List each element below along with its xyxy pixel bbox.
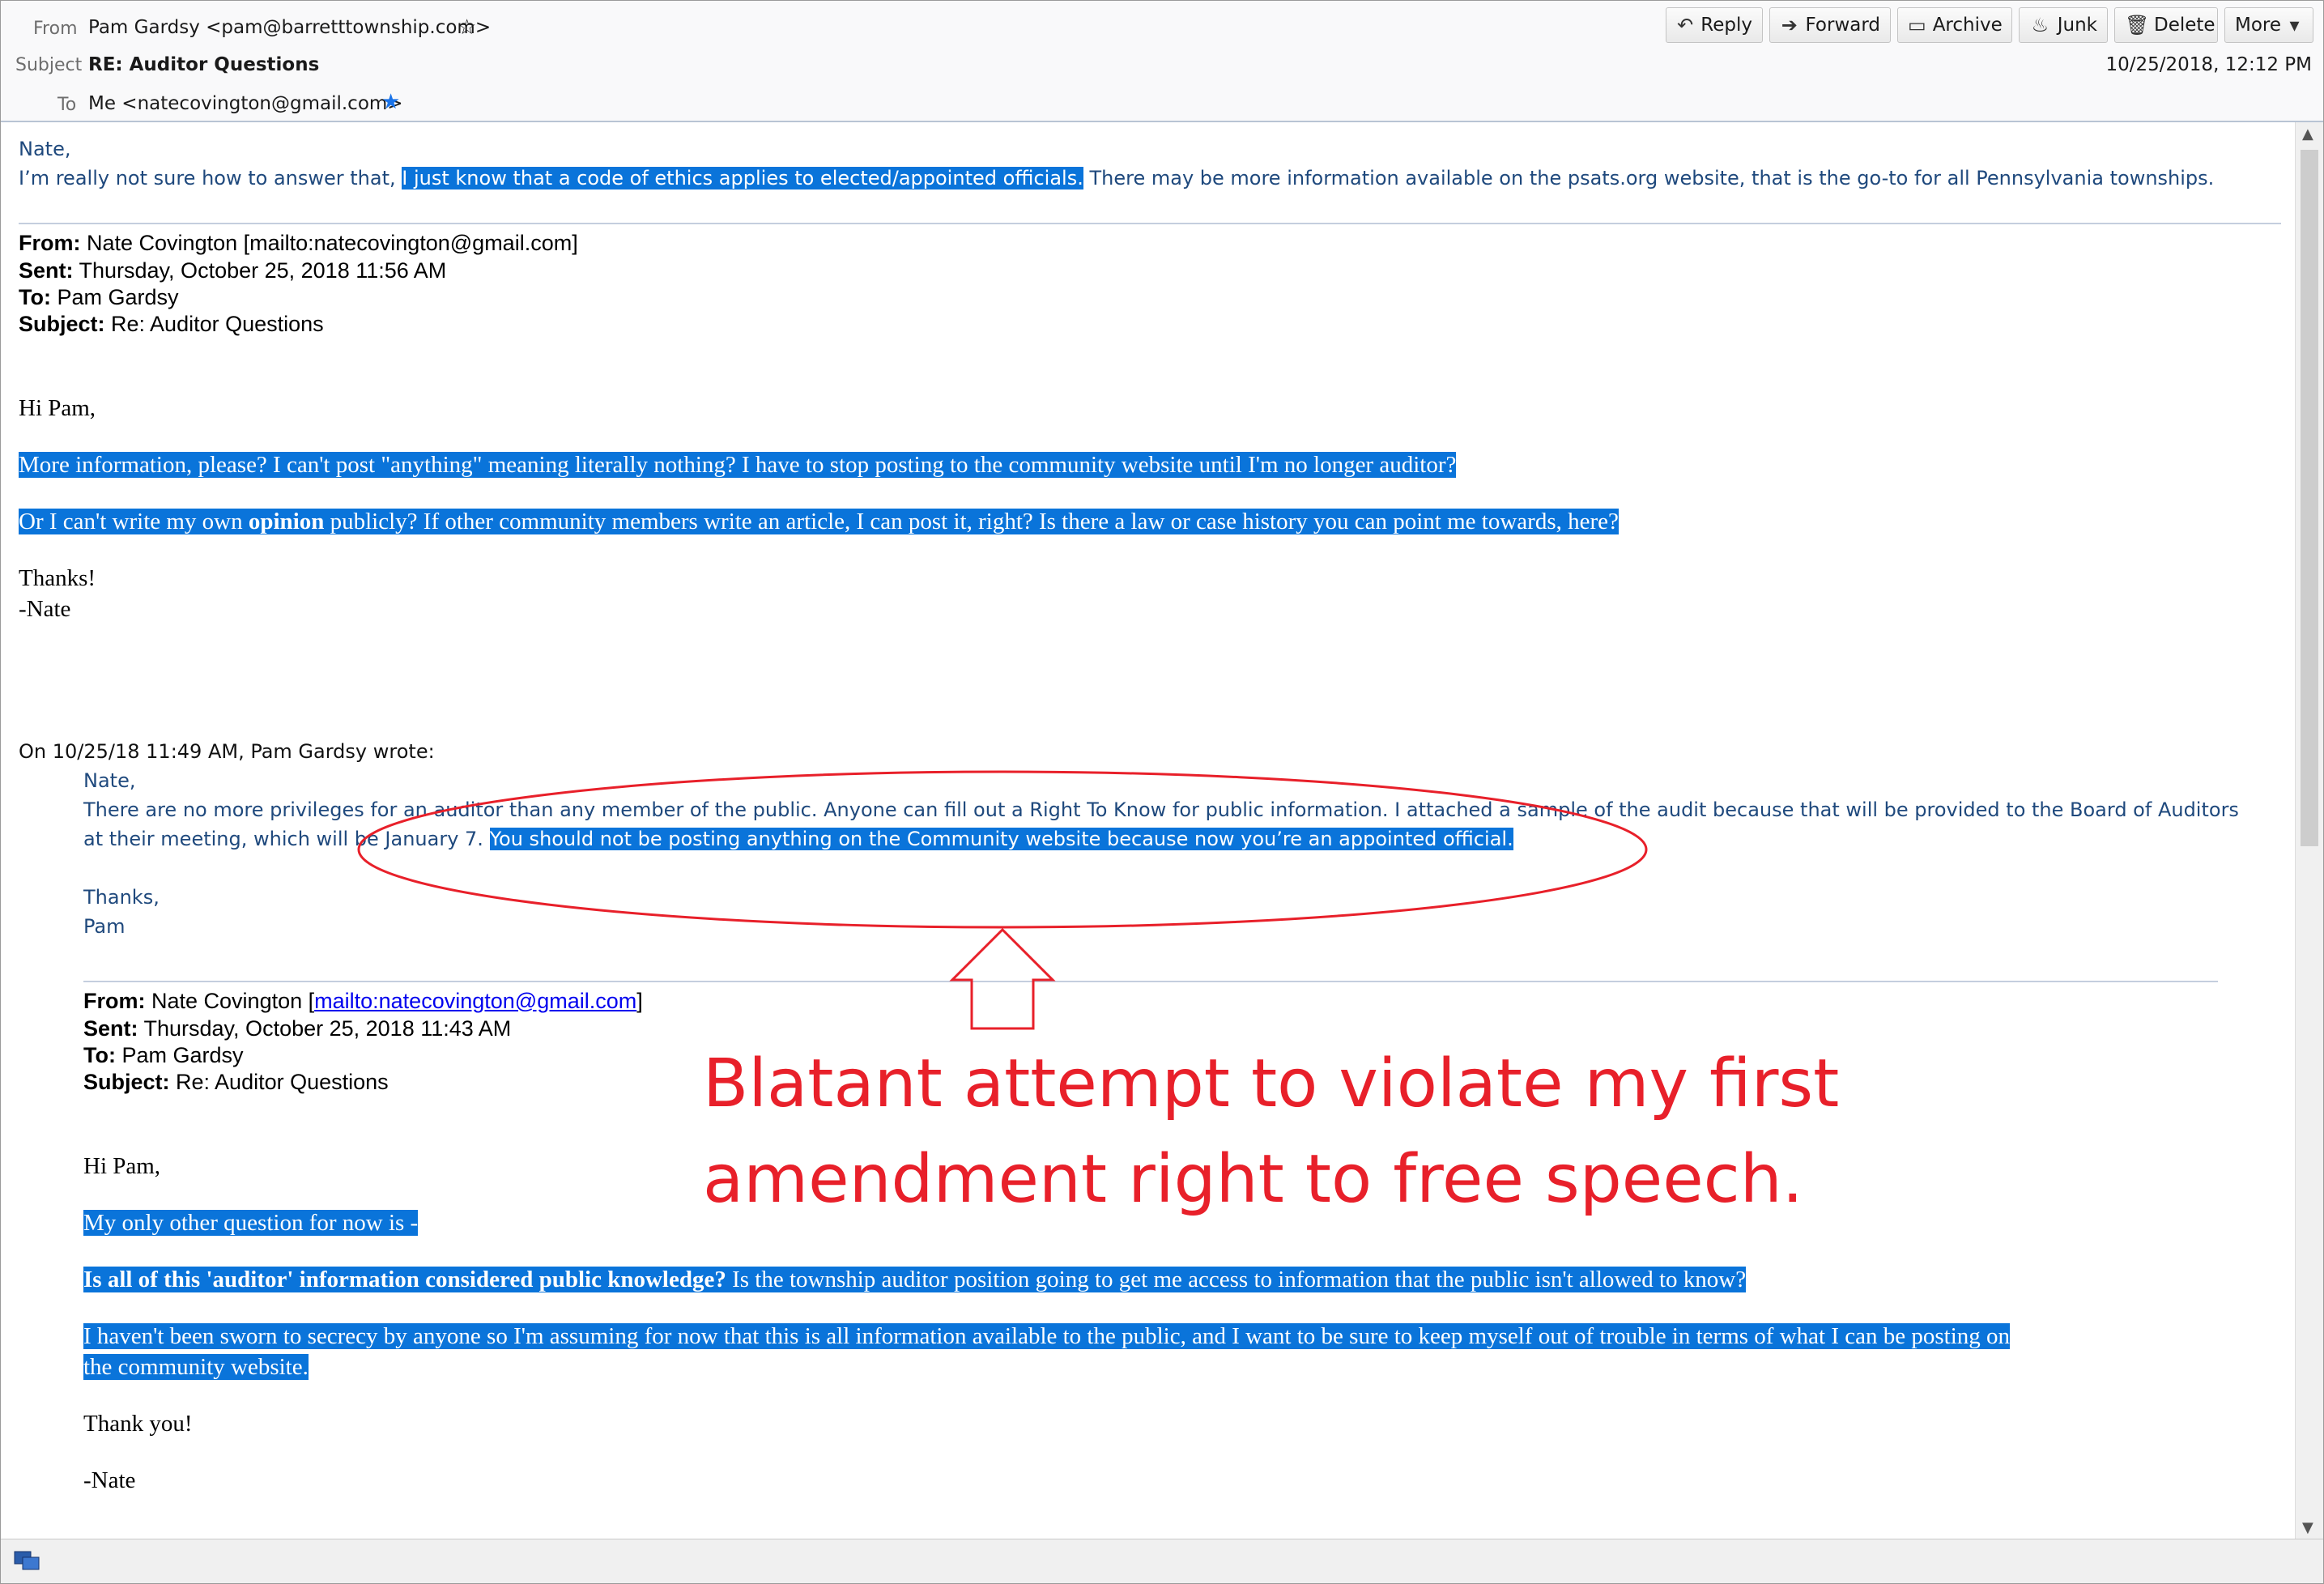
forward-button[interactable]: ➔ Forward	[1769, 7, 1891, 43]
subject-value: RE: Auditor Questions	[88, 54, 320, 75]
chevron-down-icon: ▾	[2289, 14, 2300, 36]
quote3-paragraph2: Is all of this 'auditor' information con…	[83, 1267, 1747, 1292]
quote1-from: From: Nate Covington [mailto:natecovingt…	[19, 231, 578, 255]
star-icon[interactable]: ☆	[458, 17, 476, 38]
quote2-line2: at their meeting, which will be January …	[83, 828, 1513, 850]
quote1-paragraph2: Or I can't write my own opinion publicly…	[19, 509, 1619, 534]
quote3-from: From: Nate Covington [mailto:natecovingt…	[83, 989, 643, 1013]
divider	[19, 223, 2281, 224]
reply-button[interactable]: ↶ Reply	[1666, 7, 1763, 43]
from-label: From	[33, 19, 78, 39]
trash-icon: 🗑	[2125, 14, 2150, 36]
quote3-signature: -Nate	[83, 1467, 136, 1493]
scroll-down-arrow-icon[interactable]: ▼	[2302, 1519, 2313, 1536]
annotation-line1: Blatant attempt to violate my first	[703, 1045, 1840, 1122]
quote1-greeting: Hi Pam,	[19, 395, 96, 421]
email-window: From Pam Gardsy <pam@barretttownship.com…	[0, 0, 2324, 1584]
to-label: To	[57, 95, 77, 115]
contact-star-icon[interactable]: ★	[381, 92, 400, 113]
quote2-greeting: Nate,	[83, 769, 136, 792]
quote3-thanks: Thank you!	[83, 1411, 193, 1437]
reply-paragraph: I’m really not sure how to answer that, …	[19, 167, 2215, 189]
forward-icon: ➔	[1781, 14, 1798, 36]
junk-flame-icon: ♨	[2031, 14, 2049, 36]
quote1-sent: Sent: Thursday, October 25, 2018 11:56 A…	[19, 258, 447, 283]
delete-button[interactable]: 🗑 Delete	[2114, 7, 2218, 43]
scrollbar-thumb[interactable]	[2301, 150, 2318, 846]
annotation-line2: amendment right to free speech.	[703, 1141, 1803, 1218]
quote3-paragraph1: My only other question for now is -	[83, 1210, 419, 1236]
to-value[interactable]: Me <natecovington@gmail.com>	[88, 93, 403, 114]
quote1-thanks: Thanks!	[19, 565, 96, 591]
more-button[interactable]: More ▾	[2224, 7, 2313, 43]
vertical-scrollbar[interactable]: ▲ ▼	[2295, 122, 2323, 1539]
message-body: Nate, I’m really not sure how to answer …	[1, 122, 2292, 1539]
quote3-sent: Sent: Thursday, October 25, 2018 11:43 A…	[83, 1016, 512, 1041]
quote2-line1: There are no more privileges for an audi…	[83, 798, 2239, 821]
quote1-paragraph1: More information, please? I can't post "…	[19, 452, 1457, 478]
reply-greeting: Nate,	[19, 138, 71, 160]
quote1-to: To: Pam Gardsy	[19, 285, 179, 309]
selected-text: You should not be posting anything on th…	[489, 828, 1513, 850]
quote3-paragraph3-line2: the community website.	[83, 1354, 309, 1380]
message-date: 10/25/2018, 12:12 PM	[2105, 54, 2313, 75]
quote3-paragraph3-line1: I haven't been sworn to secrecy by anyon…	[83, 1323, 2011, 1349]
quote3-greeting: Hi Pam,	[83, 1153, 161, 1179]
annotation-text: Blatant attempt to violate my first amen…	[703, 1037, 1918, 1228]
connection-status-icon[interactable]	[14, 1551, 41, 1572]
reply-icon: ↶	[1677, 14, 1694, 36]
subject-label: Subject	[15, 55, 83, 75]
status-bar	[1, 1539, 2323, 1583]
junk-button[interactable]: ♨ Junk	[2019, 7, 2108, 43]
quote2-thanks: Thanks,	[83, 886, 160, 909]
selected-text: I just know that a code of ethics applie…	[402, 167, 1083, 189]
message-header: From Pam Gardsy <pam@barretttownship.com…	[1, 1, 2323, 122]
quote-attribution: On 10/25/18 11:49 AM, Pam Gardsy wrote:	[19, 740, 435, 763]
quote3-to: To: Pam Gardsy	[83, 1043, 244, 1067]
archive-icon: ▭	[1908, 14, 1926, 36]
divider	[83, 981, 2218, 982]
archive-button[interactable]: ▭ Archive	[1897, 7, 2012, 43]
quote3-subject: Subject: Re: Auditor Questions	[83, 1070, 389, 1094]
scroll-up-arrow-icon[interactable]: ▲	[2302, 126, 2313, 143]
quote1-signature: -Nate	[19, 596, 71, 622]
mailto-link[interactable]: mailto:natecovington@gmail.com	[314, 989, 636, 1013]
quote2-signature: Pam	[83, 915, 126, 938]
from-value[interactable]: Pam Gardsy <pam@barretttownship.com>	[88, 17, 491, 38]
quote1-subject: Subject: Re: Auditor Questions	[19, 312, 324, 336]
